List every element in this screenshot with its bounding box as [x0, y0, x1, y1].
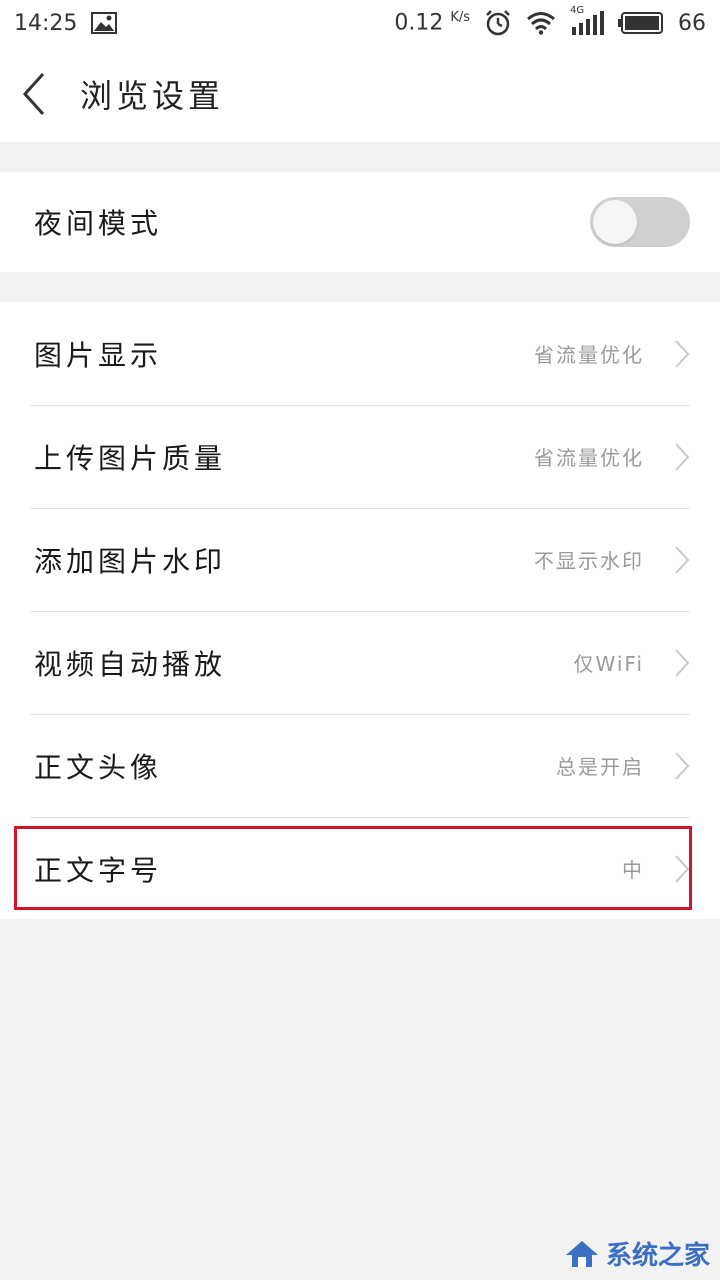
network-speed-unit: K/s [450, 10, 470, 26]
settings-row-video-autoplay[interactable]: 视频自动播放 仅WiFi [0, 611, 720, 714]
setting-label: 视频自动播放 [34, 647, 227, 681]
settings-row-image-display[interactable]: 图片显示 省流量优化 [0, 302, 720, 405]
setting-label: 上传图片质量 [34, 441, 227, 475]
chevron-right-icon [674, 339, 690, 369]
network-type: 4G [570, 5, 585, 16]
setting-value: 仅WiFi [573, 652, 644, 676]
battery-icon [618, 12, 664, 34]
settings-row-avatar[interactable]: 正文头像 总是开启 [0, 714, 720, 817]
setting-label: 图片显示 [34, 338, 163, 372]
settings-list: 图片显示 省流量优化 上传图片质量 省流量优化 添加图片水印 不显示水印 视频自… [0, 302, 720, 919]
back-arrow-icon [22, 72, 45, 116]
chevron-right-icon [674, 648, 690, 678]
night-mode-label: 夜间模式 [34, 207, 163, 240]
image-notification-icon [91, 12, 118, 34]
chevron-right-icon [674, 442, 690, 472]
battery-level: 66 [678, 10, 706, 36]
back-button[interactable] [0, 46, 74, 142]
setting-label: 正文字号 [34, 853, 163, 887]
setting-value: 省流量优化 [534, 343, 644, 367]
chevron-right-icon [674, 545, 690, 575]
house-logo-icon [565, 1240, 598, 1267]
wifi-icon [526, 11, 556, 35]
cellular-signal-icon: 4G [570, 5, 604, 35]
watermark: 系统之家 [564, 1235, 710, 1272]
setting-label: 添加图片水印 [34, 544, 227, 578]
settings-row-font-size[interactable]: 正文字号 中 [0, 817, 720, 920]
status-bar: 14:25 0.12 K/s 4G 66 [0, 0, 720, 46]
setting-value: 不显示水印 [534, 549, 644, 573]
setting-value: 中 [622, 858, 644, 882]
watermark-text: 系统之家 [605, 1241, 710, 1271]
network-speed-value: 0.12 [394, 10, 444, 36]
chevron-right-icon [674, 854, 690, 884]
setting-label: 正文头像 [34, 750, 163, 784]
toggle-knob [593, 200, 637, 244]
setting-value: 省流量优化 [534, 446, 644, 470]
settings-row-watermark[interactable]: 添加图片水印 不显示水印 [0, 508, 720, 611]
setting-value: 总是开启 [556, 755, 644, 779]
alarm-icon [484, 9, 512, 37]
night-mode-section: 夜间模式 [0, 172, 720, 272]
settings-row-upload-quality[interactable]: 上传图片质量 省流量优化 [0, 405, 720, 508]
night-mode-row: 夜间模式 [0, 172, 720, 272]
night-mode-toggle[interactable] [590, 197, 690, 247]
status-time: 14:25 [14, 10, 78, 36]
header: 浏览设置 [0, 46, 720, 142]
network-speed: 0.12 K/s [394, 10, 470, 35]
page-title: 浏览设置 [80, 77, 225, 115]
chevron-right-icon [674, 751, 690, 781]
